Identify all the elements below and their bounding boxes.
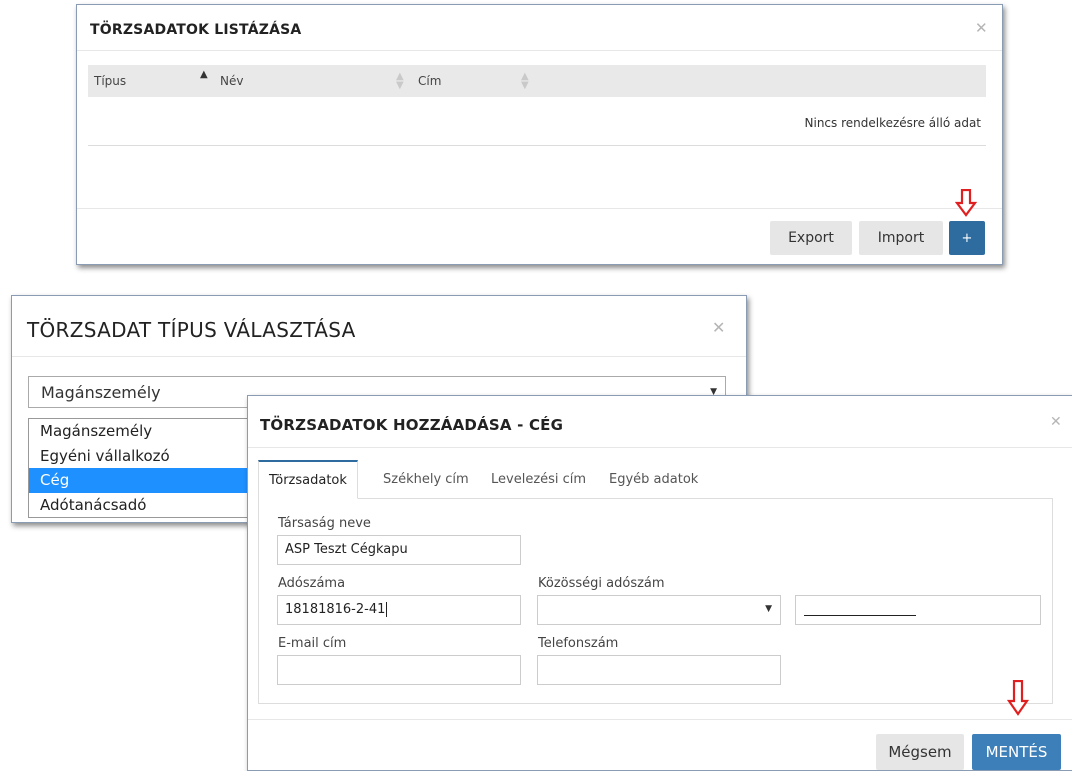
table-header: Típus ▲ Név ▲ ▼ Cím ▲ ▼ — [88, 65, 986, 97]
email-input[interactable] — [277, 655, 521, 685]
divider — [88, 145, 986, 146]
column-header-tipus[interactable]: Típus — [94, 74, 126, 88]
export-button[interactable]: Export — [770, 221, 852, 255]
tax-number-label: Adószáma — [278, 576, 346, 591]
add-modal-title: TÖRZSADATOK HOZZÁADÁSA - CÉG — [260, 416, 564, 434]
eu-tax-country-select[interactable]: ▼ — [537, 595, 781, 625]
add-company-modal: TÖRZSADATOK HOZZÁADÁSA - CÉG ✕ Törzsadat… — [247, 395, 1072, 771]
option-ceg[interactable]: Cég — [29, 468, 257, 493]
phone-input[interactable] — [537, 655, 781, 685]
list-modal-title: TÖRZSADATOK LISTÁZÁSA — [90, 22, 302, 38]
tab-torzsadatok[interactable]: Törzsadatok — [258, 460, 358, 499]
save-button[interactable]: MENTÉS — [972, 734, 1061, 770]
email-label: E-mail cím — [278, 636, 347, 651]
divider — [248, 447, 1072, 448]
eu-tax-number-label: Közösségi adószám — [538, 576, 665, 591]
input-underline — [804, 602, 916, 616]
empty-table-message: Nincs rendelkezésre álló adat — [804, 116, 981, 130]
type-modal-title: TÖRZSADAT TÍPUS VÁLASZTÁSA — [27, 318, 356, 342]
arrow-down-icon — [955, 189, 977, 217]
column-header-nev[interactable]: Név — [220, 74, 243, 88]
company-name-input[interactable]: ASP Teszt Cégkapu — [277, 535, 521, 565]
type-dropdown-list: Magánszemély Egyéni vállalkozó Cég Adóta… — [28, 418, 258, 518]
sort-icon[interactable]: ▲ ▼ — [521, 72, 529, 91]
sort-asc-icon[interactable]: ▲ — [200, 70, 208, 80]
import-button[interactable]: Import — [859, 221, 943, 255]
divider — [77, 50, 1002, 51]
close-icon[interactable]: ✕ — [1050, 415, 1062, 429]
divider — [12, 356, 746, 357]
caret-down-icon: ▼ — [765, 604, 772, 614]
option-maganszemely[interactable]: Magánszemély — [29, 419, 257, 444]
eu-tax-number-input[interactable] — [795, 595, 1041, 625]
text-cursor — [386, 602, 388, 617]
cancel-button[interactable]: Mégsem — [876, 734, 964, 770]
tab-levelezesi-cim[interactable]: Levelezési cím — [481, 460, 596, 498]
divider — [248, 719, 1072, 720]
company-name-label: Társaság neve — [278, 516, 371, 531]
close-icon[interactable]: ✕ — [712, 320, 725, 336]
option-adotanacsado[interactable]: Adótanácsadó — [29, 493, 257, 518]
sort-icon[interactable]: ▲ ▼ — [396, 72, 404, 91]
option-egyeni-vallalkozo[interactable]: Egyéni vállalkozó — [29, 444, 257, 469]
tab-bar: Törzsadatok Székhely cím Levelezési cím … — [258, 460, 1053, 499]
list-modal: TÖRZSADATOK LISTÁZÁSA ✕ Típus ▲ Név ▲ ▼ C… — [76, 4, 1003, 265]
divider — [77, 208, 1002, 209]
close-icon[interactable]: ✕ — [975, 21, 988, 36]
tax-number-value: 18181816-2-41 — [285, 602, 386, 617]
arrow-down-icon — [1007, 680, 1029, 716]
tax-number-input[interactable]: 18181816-2-41 — [277, 595, 521, 625]
type-select-value: Magánszemély — [41, 383, 161, 402]
tab-egyeb-adatok[interactable]: Egyéb adatok — [599, 460, 708, 498]
phone-label: Telefonszám — [538, 636, 619, 651]
tab-szekhely-cim[interactable]: Székhely cím — [373, 460, 479, 498]
column-header-cim[interactable]: Cím — [418, 74, 441, 88]
tab-panel: Társaság neve ASP Teszt Cégkapu Adószáma… — [258, 498, 1053, 704]
add-button[interactable]: + — [949, 221, 985, 255]
